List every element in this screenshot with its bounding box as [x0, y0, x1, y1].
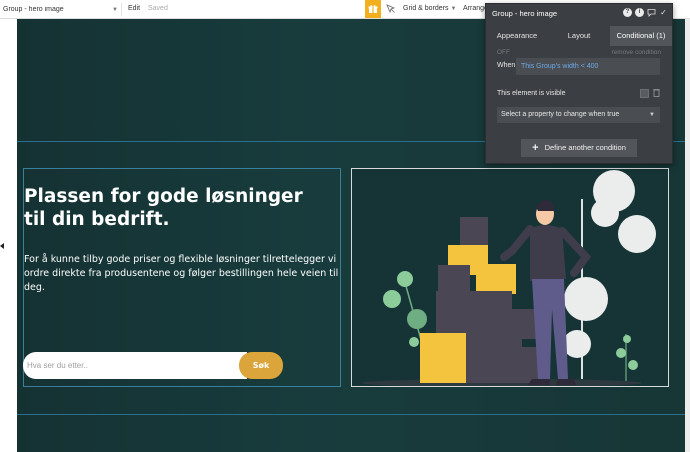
hero-image-group[interactable] — [351, 168, 669, 387]
grid-borders-label: Grid & borders — [403, 5, 449, 12]
element-selector-label: Group - hero image — [3, 6, 64, 13]
check-icon[interactable]: ✓ — [659, 8, 668, 17]
tab-layout[interactable]: Layout — [548, 26, 610, 46]
define-condition-label: Define another condition — [544, 143, 626, 152]
element-property-panel: Group - hero image ? i ✓ Appearance Layo… — [485, 3, 673, 164]
panel-header-icons: ? i ✓ — [623, 8, 668, 17]
toolbar-divider — [121, 3, 122, 16]
panel-title: Group - hero image — [492, 9, 558, 18]
chevron-down-icon: ▼ — [649, 112, 655, 118]
condition-expression-field[interactable]: This Group's width < 400 — [516, 58, 660, 75]
property-select-label: Select a property to change when true — [501, 111, 620, 118]
headline-line: til din bedrift. — [24, 209, 170, 230]
condition-off-toggle[interactable]: OFF — [497, 49, 510, 56]
gift-icon — [368, 5, 378, 13]
visible-checkbox[interactable] — [640, 89, 649, 98]
edit-button[interactable]: Edit — [128, 5, 140, 12]
right-scrollbar[interactable] — [685, 19, 690, 452]
section-divider — [17, 414, 690, 415]
search-bar: Søk — [23, 352, 283, 379]
hero-headline: Plassen for gode løsninger til din bedri… — [24, 185, 342, 231]
comment-icon[interactable] — [647, 8, 656, 17]
hero-illustration — [362, 170, 656, 386]
panel-header: Group - hero image ? i ✓ — [486, 4, 672, 22]
collapse-arrow-icon[interactable] — [0, 243, 4, 249]
element-selector[interactable]: Group - hero image ▼ — [3, 4, 119, 15]
search-button[interactable]: Søk — [239, 352, 283, 379]
when-label: When — [497, 62, 516, 69]
chevron-down-icon: ▼ — [450, 6, 457, 12]
cursor-icon[interactable] — [386, 4, 396, 14]
saved-status: Saved — [148, 5, 168, 12]
plus-icon: + — [532, 142, 539, 154]
hero-body-text: For å kunne tilby gode priser og flexibl… — [24, 254, 339, 293]
help-icon[interactable]: ? — [623, 8, 632, 17]
info-icon[interactable]: i — [635, 8, 644, 17]
property-select[interactable]: Select a property to change when true ▼ — [497, 107, 660, 123]
small-green-plant — [616, 334, 638, 381]
visible-label: This element is visible — [497, 90, 566, 97]
trash-icon[interactable] — [653, 88, 660, 97]
chevron-down-icon: ▼ — [112, 6, 118, 13]
editor-root: Group - hero image ▼ Edit Saved Grid & b… — [0, 0, 690, 452]
stacked-boxes — [420, 217, 544, 383]
search-input[interactable] — [23, 352, 247, 379]
panel-tabs: Appearance Layout Conditional (1) — [486, 26, 672, 46]
left-ruler — [0, 19, 17, 452]
grid-borders-menu[interactable]: Grid & borders ▼ — [403, 5, 456, 12]
remove-condition-link[interactable]: remove condition — [612, 49, 662, 56]
gift-button[interactable] — [365, 0, 381, 18]
tab-appearance[interactable]: Appearance — [486, 26, 548, 46]
headline-line: Plassen for gode løsninger — [24, 186, 303, 207]
define-condition-button[interactable]: + Define another condition — [521, 139, 637, 157]
tab-conditional[interactable]: Conditional (1) — [610, 26, 672, 46]
